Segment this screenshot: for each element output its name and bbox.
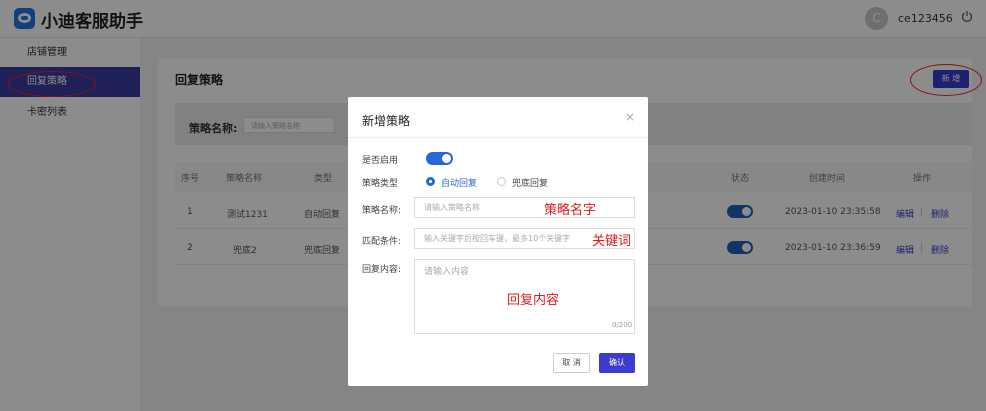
confirm-button[interactable]: 确认 — [599, 353, 635, 373]
dialog-title: 新增策略 — [362, 114, 411, 128]
radio-fallback-reply[interactable] — [497, 177, 506, 186]
radio-auto-reply[interactable] — [426, 177, 435, 186]
enabled-label: 是否启用 — [362, 156, 399, 166]
annotation-reply-content: 回复内容 — [507, 293, 560, 308]
strategy-name-label: 策略名称: — [362, 206, 402, 216]
reply-content-placeholder: 请输入内容 — [424, 267, 470, 277]
enabled-toggle[interactable] — [426, 152, 453, 165]
close-icon[interactable]: × — [625, 110, 635, 124]
character-counter: 0/200 — [612, 321, 633, 329]
match-condition-label: 匹配条件: — [362, 237, 402, 247]
strategy-name-input[interactable]: 请输入策略名称 — [414, 197, 635, 218]
cancel-button[interactable]: 取 消 — [553, 353, 590, 373]
annotation-strategy-name: 策略名字 — [544, 203, 597, 218]
reply-content-label: 回复内容: — [362, 265, 402, 275]
dialog-divider — [348, 137, 648, 138]
radio-auto-reply-label[interactable]: 自动回复 — [441, 176, 477, 189]
strategy-type-label: 策略类型 — [362, 179, 399, 189]
annotation-keyword: 关键词 — [592, 234, 632, 249]
radio-fallback-reply-label[interactable]: 兜底回复 — [512, 176, 548, 189]
